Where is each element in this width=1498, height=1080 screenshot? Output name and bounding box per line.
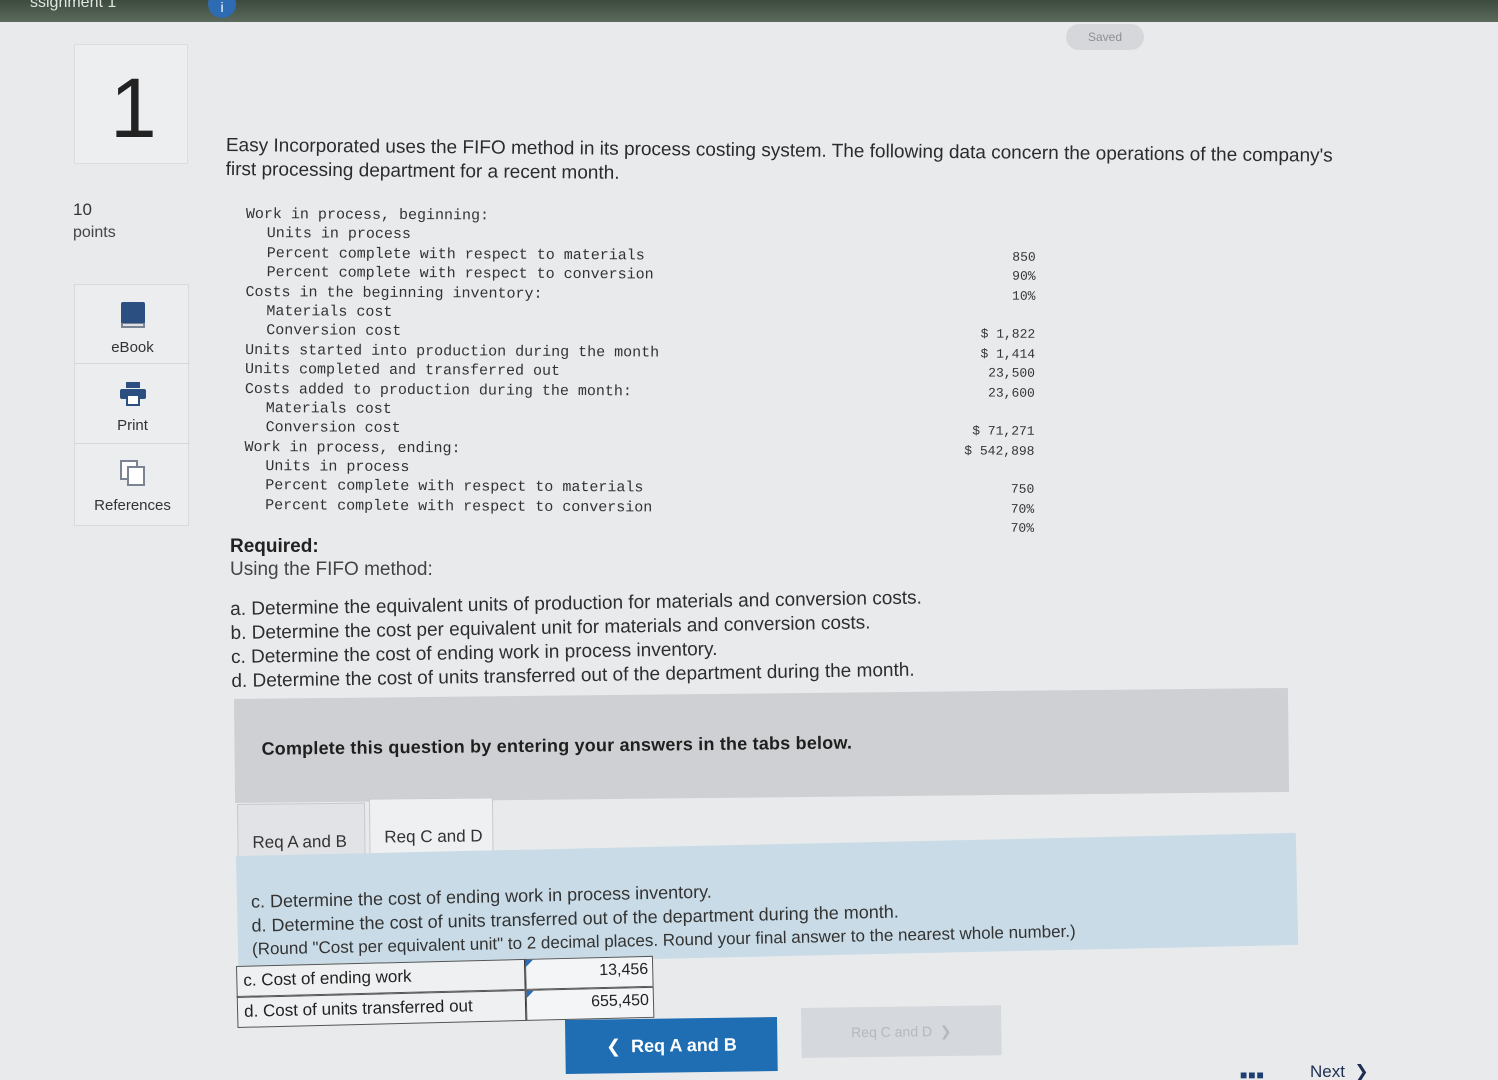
- copy-icon: [75, 459, 190, 491]
- sidebar-divider: [75, 363, 190, 364]
- assignment-title: ssignment 1: [30, 0, 117, 11]
- prev-tab-label: Req A and B: [630, 1034, 737, 1057]
- ending-wip-cost-input[interactable]: 13,456: [524, 955, 654, 990]
- next-question-link[interactable]: Next ❯: [1310, 1062, 1369, 1080]
- question-number: 1: [110, 61, 157, 155]
- next-tab-button[interactable]: Req C and D ❯: [801, 1005, 1002, 1058]
- data-row-label: Conversion cost: [265, 419, 401, 438]
- answer-label: d. Cost of units transferred out: [236, 989, 528, 1028]
- book-icon: [75, 301, 190, 333]
- ebook-button[interactable]: eBook: [75, 301, 190, 356]
- data-row-value: 70%: [1010, 501, 1035, 517]
- data-row-label: Units started into production during the…: [245, 341, 660, 362]
- data-row-label: Costs added to production during the mon…: [244, 380, 633, 400]
- print-label: Print: [117, 417, 148, 434]
- printer-icon: [75, 381, 190, 411]
- chevron-left-icon: ❮: [605, 1036, 632, 1057]
- data-row: 70%: [244, 516, 1064, 540]
- required-subheading: Using the FIFO method:: [230, 559, 433, 580]
- data-row-label: Percent complete with respect to materia…: [266, 244, 645, 265]
- answer-table: c. Cost of ending work 13,456 d. Cost of…: [236, 955, 657, 1028]
- data-row-value: 23,500: [988, 365, 1036, 381]
- points-value: 10: [73, 200, 92, 219]
- chevron-right-icon: ❯: [1354, 1062, 1369, 1080]
- next-tab-label: Req C and D: [850, 1023, 933, 1041]
- data-row-value: 750: [1010, 482, 1035, 498]
- data-row-value: $ 71,271: [972, 423, 1035, 440]
- points-label: points: [73, 224, 116, 241]
- data-row-value: 850: [1012, 249, 1036, 265]
- top-bar: ssignment 1 i: [0, 0, 1498, 22]
- data-row-label: Percent complete with respect to convers…: [265, 496, 653, 517]
- data-row-label: Units in process: [266, 225, 411, 244]
- data-row-label: Units completed and transferred out: [244, 361, 561, 381]
- data-row-value: $ 1,414: [980, 346, 1036, 362]
- required-tasks: a. Determine the equivalent units of pro…: [230, 585, 991, 694]
- sidebar-divider: [75, 443, 190, 444]
- data-row-label: Percent complete with respect to materia…: [265, 477, 644, 497]
- references-button[interactable]: References: [75, 459, 190, 514]
- data-row-label: Work in process, beginning:: [245, 206, 490, 225]
- data-row-label: Work in process, ending:: [244, 438, 461, 458]
- print-button[interactable]: Print: [75, 381, 190, 434]
- saved-status: Saved: [1066, 24, 1144, 50]
- data-row-label: Costs in the beginning inventory:: [245, 283, 543, 303]
- data-row-value: $ 1,822: [980, 326, 1036, 343]
- next-label: Next: [1310, 1062, 1345, 1080]
- sidebar-tools: eBook Print References: [74, 284, 190, 526]
- data-row-value: $ 542,898: [964, 443, 1035, 459]
- chevron-right-icon: ❯: [931, 1022, 952, 1040]
- data-row-value: 10%: [1012, 288, 1036, 304]
- data-row-label: Percent complete with respect to convers…: [266, 264, 654, 284]
- data-row-label: Conversion cost: [266, 322, 402, 341]
- transferred-out-cost-input[interactable]: 655,450: [525, 986, 655, 1021]
- required-heading: Required:: [230, 536, 319, 557]
- tab-label: Req A and B: [252, 831, 348, 852]
- tab-label: Req C and D: [384, 826, 483, 847]
- data-row-value: 70%: [1010, 520, 1035, 537]
- info-badge-icon[interactable]: i: [208, 0, 236, 18]
- process-data-table: Work in process, beginning: Units in proc…: [244, 206, 1066, 541]
- question-intro: Easy Incorporated uses the FIFO method i…: [225, 134, 1333, 184]
- answer-instructions-panel: c. Determine the cost of ending work in …: [236, 832, 1299, 968]
- instruction-text: Complete this question by entering your …: [261, 732, 853, 759]
- data-row-label: Units in process: [265, 458, 410, 477]
- question-grid-icon[interactable]: ■■■: [1240, 1068, 1265, 1080]
- data-row-label: Materials cost: [265, 400, 392, 418]
- ebook-label: eBook: [111, 339, 154, 356]
- data-row-label: Materials cost: [266, 303, 393, 321]
- prev-tab-button[interactable]: ❮ Req A and B: [565, 1017, 778, 1074]
- references-label: References: [94, 497, 171, 514]
- data-row-value: 90%: [1012, 268, 1036, 284]
- instruction-band: Complete this question by entering your …: [234, 687, 1290, 803]
- data-row-value: 23,600: [988, 385, 1035, 401]
